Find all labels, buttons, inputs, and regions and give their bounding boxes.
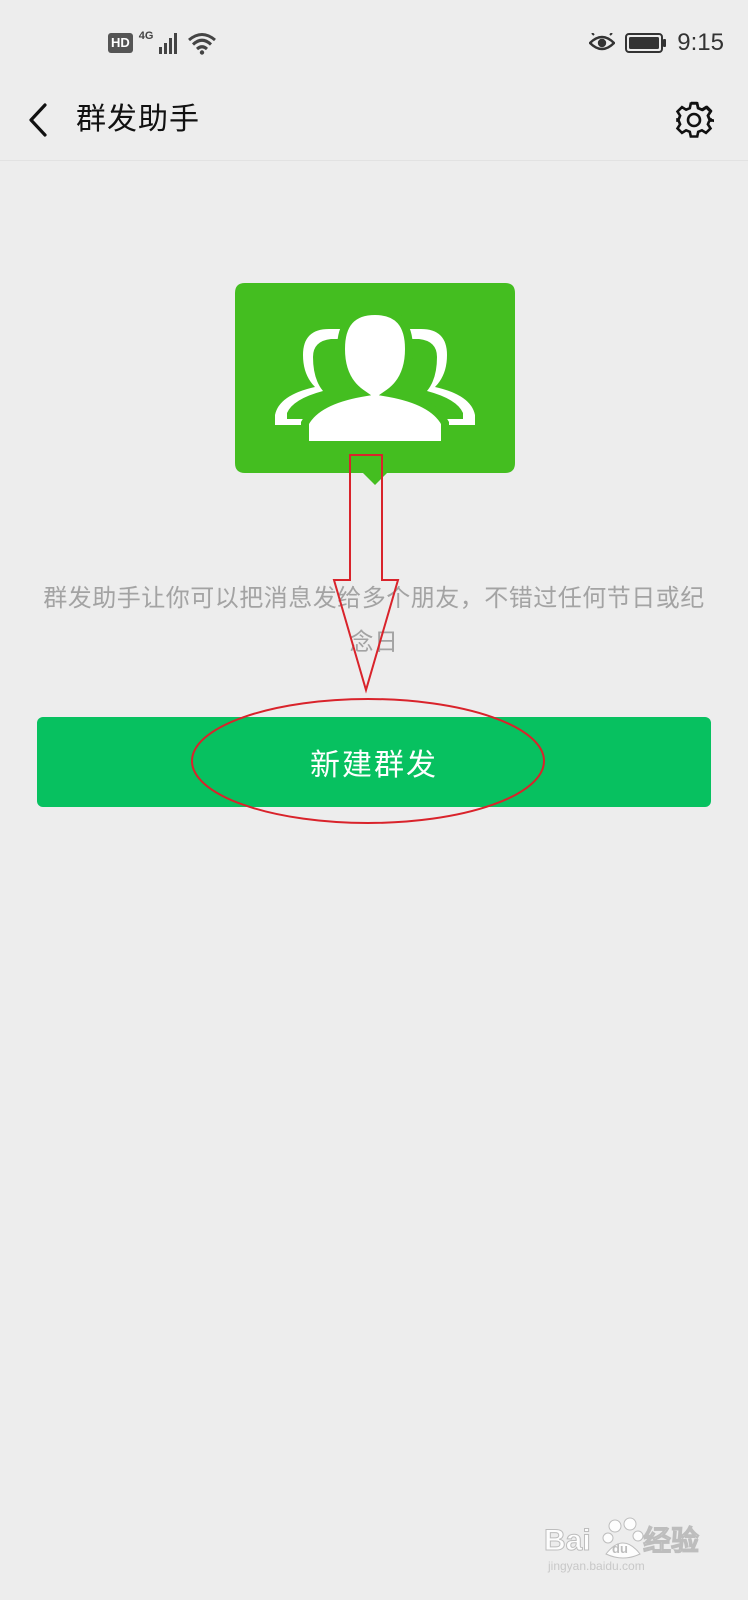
network-type-label: 4G [138, 30, 154, 42]
navigation-header: 群发助手 [0, 84, 748, 161]
status-bar: HD 4G 9:15 [0, 0, 748, 84]
description-text: 群发助手让你可以把消息发给多个朋友，不错过任何节日或纪念日 [43, 584, 705, 656]
settings-button[interactable] [668, 94, 720, 146]
gear-icon [675, 101, 714, 138]
svg-text:jingyan.baidu.com: jingyan.baidu.com [547, 1559, 645, 1573]
status-time: 9:15 [677, 29, 724, 56]
new-broadcast-button[interactable]: 新建群发 [37, 717, 711, 807]
eye-icon [589, 33, 616, 51]
group-chat-icon [235, 283, 515, 503]
baidu-jingyan-watermark: Bai 经验 du jingyan.baidu.com [544, 1517, 700, 1573]
hd-badge: HD [108, 33, 133, 53]
battery-icon [625, 33, 667, 53]
signal-icon [159, 33, 178, 54]
svg-text:du: du [612, 1541, 628, 1556]
page-title: 群发助手 [76, 102, 200, 137]
back-button[interactable] [16, 94, 60, 146]
wifi-icon [188, 33, 217, 55]
chevron-left-icon [29, 103, 47, 137]
status-bar-right: 9:15 [589, 28, 724, 58]
svg-text:经验: 经验 [643, 1524, 699, 1557]
svg-text:Bai: Bai [544, 1524, 591, 1557]
status-bar-left: HD 4G [108, 29, 217, 57]
